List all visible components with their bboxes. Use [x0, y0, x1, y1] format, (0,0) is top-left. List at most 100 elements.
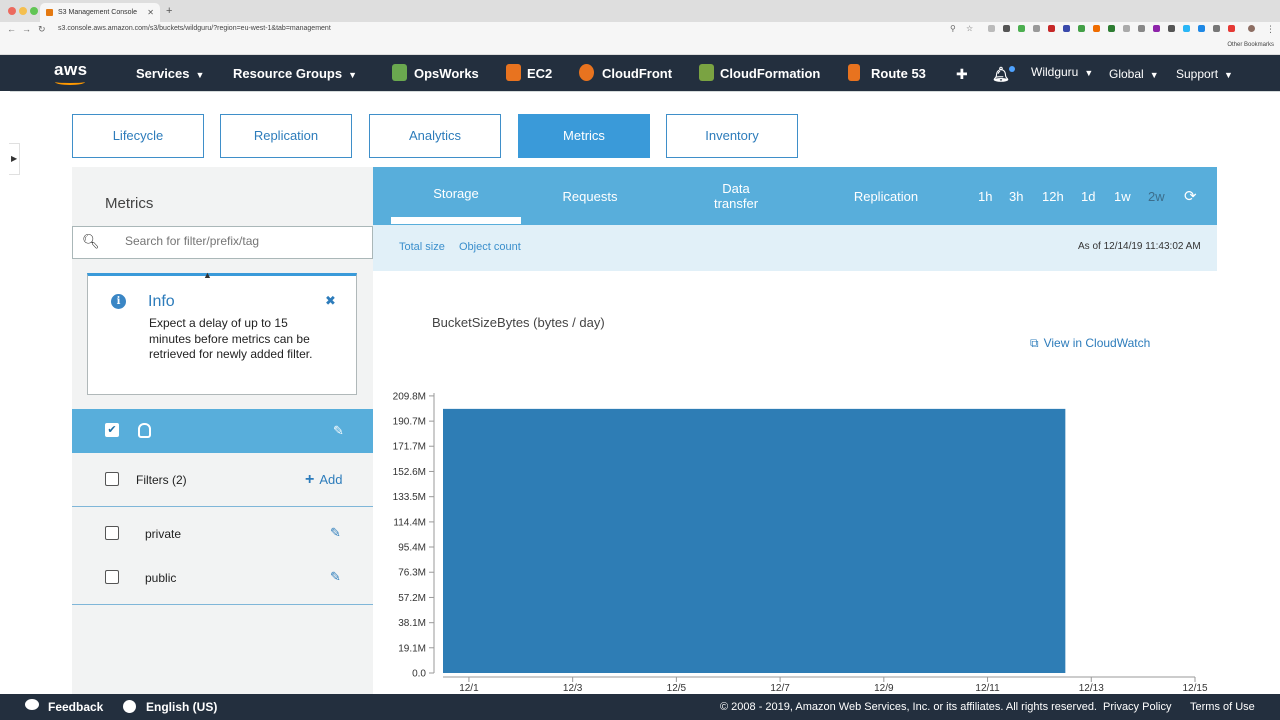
- extension-icon[interactable]: [1063, 25, 1070, 32]
- extension-icon[interactable]: [1108, 25, 1115, 32]
- maximize-window-icon[interactable]: [30, 7, 38, 15]
- extension-icon[interactable]: [1003, 25, 1010, 32]
- view-in-cloudwatch-link[interactable]: ⧉ View in CloudWatch: [1030, 336, 1150, 351]
- y-tick-label: 19.1M: [398, 643, 426, 654]
- feedback-link[interactable]: Feedback: [48, 700, 103, 714]
- aws-favicon-icon: [46, 9, 53, 16]
- range-1d[interactable]: 1d: [1081, 189, 1095, 204]
- tab-replication[interactable]: Replication: [220, 114, 352, 158]
- edit-pencil-icon[interactable]: ✎: [330, 569, 341, 585]
- extension-icon[interactable]: [1138, 25, 1145, 32]
- mouse-cursor-icon: ▲: [203, 270, 212, 280]
- extension-icon[interactable]: [988, 25, 995, 32]
- bucket-checkbox[interactable]: ✔: [105, 423, 119, 437]
- url-field[interactable]: s3.console.aws.amazon.com/s3/buckets/wil…: [58, 25, 331, 32]
- browser-menu-icon[interactable]: ⋮: [1266, 24, 1275, 35]
- edit-pencil-icon[interactable]: ✎: [333, 423, 344, 439]
- profile-avatar-icon[interactable]: [1248, 25, 1255, 32]
- resource-groups-menu[interactable]: Resource Groups ▼: [233, 66, 357, 81]
- add-filter-button[interactable]: + Add: [305, 471, 342, 489]
- tab-metrics[interactable]: Metrics: [518, 114, 650, 158]
- range-1w[interactable]: 1w: [1114, 189, 1131, 204]
- filters-select-all-checkbox[interactable]: [105, 472, 119, 486]
- filter-search: 🔍︎: [72, 226, 373, 259]
- range-2w[interactable]: 2w: [1148, 189, 1165, 204]
- region-menu[interactable]: Global ▼: [1109, 67, 1159, 81]
- page-footer: Feedback English (US) © 2008 - 2019, Ama…: [0, 694, 1280, 720]
- sidebar-expand-button[interactable]: ▶: [9, 143, 20, 175]
- tab-requests[interactable]: Requests: [530, 189, 650, 204]
- notifications-bell-icon[interactable]: 🔔︎: [992, 66, 1010, 83]
- close-icon[interactable]: ✖: [325, 293, 336, 309]
- language-selector[interactable]: English (US): [146, 700, 217, 714]
- tab-storage[interactable]: Storage: [391, 186, 521, 201]
- pinned-ec2[interactable]: EC2: [527, 66, 552, 81]
- services-menu[interactable]: Services ▼: [136, 66, 204, 81]
- extension-icon[interactable]: [1183, 25, 1190, 32]
- y-tick-label: 171.7M: [393, 442, 426, 453]
- y-tick-label: 152.6M: [393, 467, 426, 478]
- privacy-policy-link[interactable]: Privacy Policy: [1103, 701, 1171, 713]
- browser-tab[interactable]: S3 Management Console ✕: [40, 3, 160, 22]
- pinned-opsworks[interactable]: OpsWorks: [414, 66, 479, 81]
- globe-icon: [123, 700, 136, 713]
- info-title: Info: [148, 293, 175, 310]
- bucket-size-area: [443, 408, 1066, 673]
- extension-icon[interactable]: [1018, 25, 1025, 32]
- tab-replication-metrics[interactable]: Replication: [836, 189, 936, 204]
- extension-icon[interactable]: [1228, 25, 1235, 32]
- terms-of-use-link[interactable]: Terms of Use: [1190, 701, 1255, 713]
- aws-top-nav: aws Services ▼ Resource Groups ▼ OpsWorks …: [0, 55, 1280, 91]
- object-count-link[interactable]: Object count: [459, 241, 521, 253]
- pinned-cloudfront[interactable]: CloudFront: [602, 66, 672, 81]
- reload-icon[interactable]: ↻: [38, 24, 46, 35]
- filter-search-input[interactable]: [125, 234, 355, 248]
- back-icon[interactable]: ←: [7, 24, 16, 34]
- refresh-icon[interactable]: ⟳: [1184, 187, 1197, 205]
- extension-icon[interactable]: [1033, 25, 1040, 32]
- support-label: Support: [1176, 67, 1219, 81]
- aws-logo[interactable]: aws: [54, 60, 88, 80]
- new-tab-icon[interactable]: +: [166, 5, 172, 17]
- tab-inventory[interactable]: Inventory: [666, 114, 798, 158]
- divider: [72, 506, 373, 507]
- account-name: Wildguru: [1031, 65, 1079, 79]
- range-3h[interactable]: 3h: [1009, 189, 1023, 204]
- search-icon: 🔍︎: [82, 233, 100, 249]
- filter-checkbox[interactable]: [105, 526, 119, 540]
- x-tick-label: 12/3: [563, 683, 583, 694]
- edit-pencil-icon[interactable]: ✎: [330, 525, 341, 541]
- forward-icon[interactable]: →: [22, 24, 31, 34]
- pinned-route53[interactable]: Route 53: [871, 66, 926, 81]
- close-window-icon[interactable]: [8, 7, 16, 15]
- y-tick-label: 114.4M: [393, 517, 426, 528]
- tab-lifecycle[interactable]: Lifecycle: [72, 114, 204, 158]
- pinned-cloudformation[interactable]: CloudFormation: [720, 66, 820, 81]
- support-menu[interactable]: Support ▼: [1176, 67, 1233, 81]
- close-tab-icon[interactable]: ✕: [147, 8, 154, 17]
- chart-title: BucketSizeBytes (bytes / day): [432, 315, 605, 330]
- tab-data-transfer[interactable]: Data transfer: [690, 181, 782, 211]
- total-size-link[interactable]: Total size: [399, 241, 445, 253]
- minimize-window-icon[interactable]: [19, 7, 27, 15]
- extension-icon[interactable]: [1198, 25, 1205, 32]
- extension-icon[interactable]: [1153, 25, 1160, 32]
- extension-icon[interactable]: [1093, 25, 1100, 32]
- range-12h[interactable]: 12h: [1042, 189, 1064, 204]
- zoom-icon[interactable]: ⚲: [950, 24, 956, 33]
- pin-icon[interactable]: ✚: [956, 66, 968, 83]
- extension-icon[interactable]: [1048, 25, 1055, 32]
- filter-checkbox[interactable]: [105, 570, 119, 584]
- services-label: Services: [136, 66, 190, 81]
- extension-icon[interactable]: [1123, 25, 1130, 32]
- account-menu[interactable]: Wildguru ▼: [1031, 65, 1093, 79]
- feedback-bubble-icon: [25, 699, 39, 710]
- tab-analytics[interactable]: Analytics: [369, 114, 501, 158]
- extension-icon[interactable]: [1168, 25, 1175, 32]
- extension-icon[interactable]: [1078, 25, 1085, 32]
- other-bookmarks-link[interactable]: Other Bookmarks: [1227, 42, 1274, 48]
- add-filter-label: Add: [319, 472, 343, 487]
- range-1h[interactable]: 1h: [978, 189, 992, 204]
- extension-icon[interactable]: [1213, 25, 1220, 32]
- bookmark-star-icon[interactable]: ☆: [966, 24, 973, 33]
